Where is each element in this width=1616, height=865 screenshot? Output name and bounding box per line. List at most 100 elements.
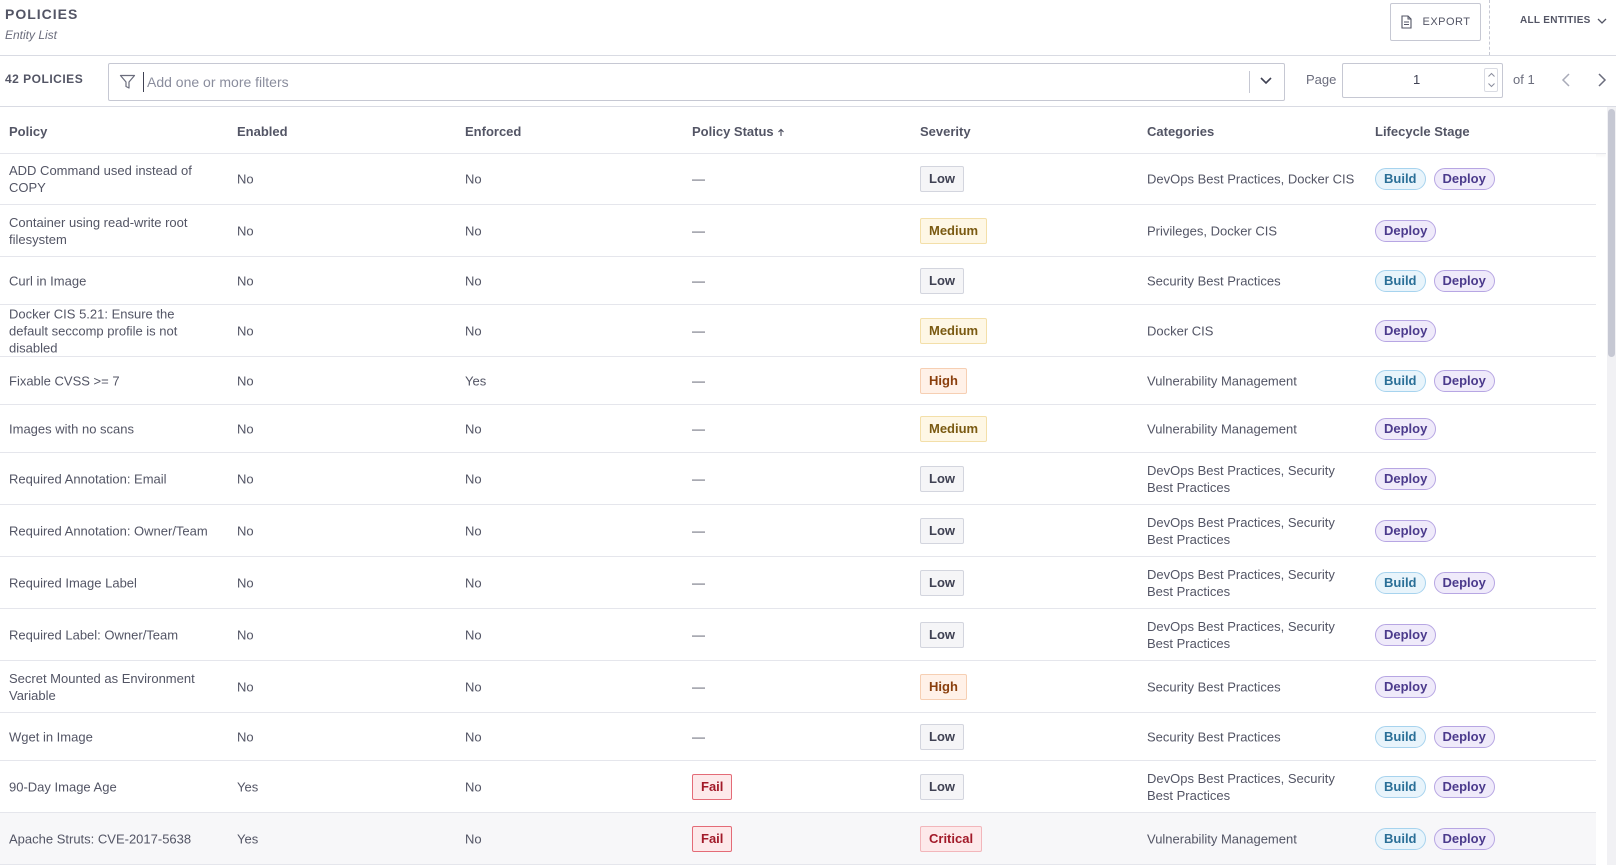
- status-badge: Fail: [692, 825, 733, 852]
- policy-status-cell: —: [692, 522, 705, 539]
- table-row[interactable]: Curl in Image No No — Low Security Best Pract…: [0, 257, 1596, 305]
- column-header-policy[interactable]: Policy: [9, 124, 47, 139]
- lifecycle-cell: Deploy: [1375, 417, 1437, 440]
- table-row[interactable]: Container using read-write root filesyst…: [0, 205, 1596, 257]
- all-entities-dropdown[interactable]: ALL ENTITIES: [1520, 15, 1607, 26]
- lifecycle-pill-deploy: Deploy: [1375, 519, 1437, 542]
- enabled-value: No: [237, 373, 254, 388]
- categories-value: DevOps Best Practices, Security Best Pra…: [1147, 514, 1335, 547]
- status-empty: —: [692, 627, 705, 642]
- export-button[interactable]: EXPORT: [1390, 3, 1481, 41]
- status-empty: —: [692, 679, 705, 694]
- table-row[interactable]: Required Label: Owner/Team No No — Low DevOps…: [0, 609, 1596, 661]
- enabled-value: No: [237, 575, 254, 590]
- export-label: EXPORT: [1422, 16, 1471, 28]
- enabled-value: No: [237, 679, 254, 694]
- column-header-enabled[interactable]: Enabled: [237, 124, 288, 139]
- enforced-value: No: [465, 679, 482, 694]
- table-row[interactable]: Docker CIS 5.21: Ensure the default secc…: [0, 305, 1596, 357]
- policy-name[interactable]: Docker CIS 5.21: Ensure the default secc…: [9, 305, 214, 356]
- lifecycle-pill-deploy: Deploy: [1375, 319, 1437, 342]
- status-empty: —: [692, 323, 705, 338]
- enabled-value: No: [237, 323, 254, 338]
- policy-name[interactable]: Required Annotation: Owner/Team: [9, 522, 214, 539]
- page-subtitle: Entity List: [5, 28, 58, 42]
- table-row[interactable]: Secret Mounted as Environment Variable No…: [0, 661, 1596, 713]
- lifecycle-pill-deploy: Deploy: [1433, 827, 1495, 850]
- table-row[interactable]: Images with no scans No No — Medium Vulnerabi…: [0, 405, 1596, 453]
- chevron-down-icon[interactable]: [1259, 76, 1273, 86]
- lifecycle-cell: Deploy: [1375, 623, 1437, 646]
- search-filter-box[interactable]: [108, 63, 1285, 101]
- policy-status-cell: —: [692, 272, 705, 289]
- policy-name[interactable]: 90-Day Image Age: [9, 778, 214, 795]
- table-row[interactable]: Fixable CVSS >= 7 No Yes — High Vulnerability…: [0, 357, 1596, 405]
- table-row[interactable]: Wget in Image No No — Low Security Best Pract…: [0, 713, 1596, 761]
- lifecycle-cell: Deploy: [1375, 319, 1437, 342]
- lifecycle-pill-build: Build: [1375, 269, 1426, 292]
- policy-name[interactable]: Fixable CVSS >= 7: [9, 372, 214, 389]
- search-input[interactable]: [143, 72, 1243, 92]
- table-row[interactable]: Required Image Label No No — Low DevOps Best …: [0, 557, 1596, 609]
- page-stepper[interactable]: [1484, 68, 1498, 92]
- page-number-input[interactable]: 1: [1342, 63, 1503, 98]
- enforced-value: No: [465, 471, 482, 486]
- enabled-value: No: [237, 729, 254, 744]
- enabled-value: No: [237, 171, 254, 187]
- lifecycle-cell: Build Deploy: [1375, 168, 1495, 190]
- chevron-down-icon[interactable]: [1487, 83, 1495, 88]
- enabled-value: No: [237, 421, 254, 436]
- enforced-value: Yes: [465, 373, 487, 388]
- table-row[interactable]: Apache Struts: CVE-2017-5638 Yes No Fail Cri…: [0, 813, 1596, 865]
- page-total: of 1: [1513, 72, 1535, 87]
- table-row[interactable]: ADD Command used instead of COPY No No — Low…: [0, 154, 1596, 205]
- policy-name[interactable]: Images with no scans: [9, 420, 214, 437]
- chevron-left-icon[interactable]: [1560, 72, 1572, 88]
- table-scrollbar[interactable]: [1607, 107, 1616, 865]
- lifecycle-pill-deploy: Deploy: [1375, 623, 1437, 646]
- enabled-value: No: [237, 471, 254, 486]
- categories-value: DevOps Best Practices, Security Best Pra…: [1147, 770, 1335, 803]
- lifecycle-cell: Deploy: [1375, 519, 1437, 542]
- column-header-severity[interactable]: Severity: [920, 124, 971, 139]
- policy-status-cell: —: [692, 678, 705, 695]
- column-header-categories[interactable]: Categories: [1147, 124, 1214, 139]
- lifecycle-cell: Build Deploy: [1375, 269, 1495, 292]
- arrow-up-icon: [777, 128, 784, 137]
- status-empty: —: [692, 575, 705, 590]
- table-header: Policy Enabled Enforced Policy Status Se…: [0, 107, 1606, 154]
- enforced-value: No: [465, 627, 482, 642]
- lifecycle-pill-build: Build: [1375, 775, 1426, 798]
- column-header-policy-status[interactable]: Policy Status: [692, 124, 785, 139]
- policy-name[interactable]: Wget in Image: [9, 728, 214, 745]
- lifecycle-cell: Build Deploy: [1375, 369, 1495, 392]
- all-entities-label: ALL ENTITIES: [1520, 15, 1591, 26]
- policy-name[interactable]: Container using read-write root filesyst…: [9, 214, 214, 248]
- filter-toolbar: 42 POLICIES Page 1 of 1: [0, 56, 1616, 107]
- table-row[interactable]: Required Annotation: Email No No — Low DevOps…: [0, 453, 1596, 505]
- policy-name[interactable]: ADD Command used instead of COPY: [9, 162, 214, 196]
- table-row[interactable]: Required Annotation: Owner/Team No No — Low D…: [0, 505, 1596, 557]
- policy-name[interactable]: Curl in Image: [9, 272, 214, 289]
- column-header-enforced[interactable]: Enforced: [465, 124, 521, 139]
- policy-name[interactable]: Secret Mounted as Environment Variable: [9, 670, 214, 704]
- policy-name[interactable]: Required Label: Owner/Team: [9, 626, 214, 643]
- table-row[interactable]: 90-Day Image Age Yes No Fail Low DevOps Best …: [0, 761, 1596, 813]
- column-header-policy-status-label: Policy Status: [692, 124, 774, 139]
- scrollbar-thumb[interactable]: [1608, 109, 1615, 357]
- chevron-up-icon[interactable]: [1487, 72, 1495, 77]
- policy-name[interactable]: Apache Struts: CVE-2017-5638: [9, 830, 214, 847]
- enforced-value: No: [465, 171, 482, 187]
- lifecycle-cell: Deploy: [1375, 675, 1437, 698]
- policy-name[interactable]: Required Image Label: [9, 574, 214, 591]
- categories-value: DevOps Best Practices, Security Best Pra…: [1147, 462, 1335, 495]
- categories-value: Vulnerability Management: [1147, 831, 1297, 846]
- lifecycle-pill-deploy: Deploy: [1433, 369, 1495, 392]
- enforced-value: No: [465, 323, 482, 338]
- policies-table: Policy Enabled Enforced Policy Status Se…: [0, 107, 1606, 865]
- policy-name[interactable]: Required Annotation: Email: [9, 470, 214, 487]
- chevron-right-icon[interactable]: [1596, 72, 1608, 88]
- column-header-lifecycle-stage[interactable]: Lifecycle Stage: [1375, 124, 1470, 139]
- page-label: Page: [1306, 72, 1337, 87]
- policy-status-cell: —: [692, 372, 705, 389]
